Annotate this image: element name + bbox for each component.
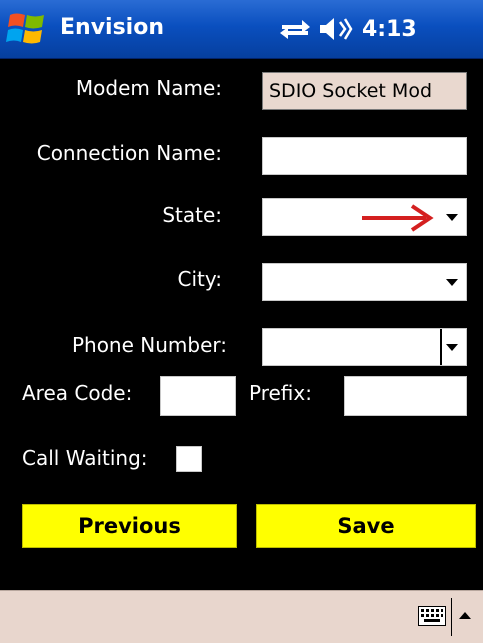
prefix-input[interactable] [344,376,467,416]
prefix-label: Prefix: [249,381,312,405]
connection-name-input[interactable] [262,137,467,175]
app-title: Envision [60,15,164,40]
previous-button[interactable]: Previous [22,504,237,548]
caret-up-icon[interactable] [459,612,471,619]
keyboard-icon[interactable] [418,606,446,626]
phone-number-dropdown[interactable] [262,328,467,366]
speaker-icon[interactable] [318,16,354,42]
clock[interactable]: 4:13 [362,17,417,42]
connectivity-arrows-icon[interactable] [278,17,312,41]
chevron-down-icon[interactable] [446,279,458,286]
chevron-down-icon[interactable] [446,344,458,351]
call-waiting-checkbox[interactable] [176,446,202,472]
chevron-down-icon[interactable] [446,214,458,221]
state-label: State: [162,203,222,227]
connection-name-label: Connection Name: [36,141,222,165]
area-code-label: Area Code: [22,381,133,405]
windows-flag-icon[interactable] [6,9,48,49]
title-bar: Envision 4:13 [0,0,483,59]
menu-bar [0,590,483,643]
city-dropdown[interactable] [262,263,467,301]
call-waiting-label: Call Waiting: [22,446,148,470]
phone-number-label: Phone Number: [71,333,227,357]
area-code-input[interactable] [160,376,236,416]
city-label: City: [177,267,222,291]
modem-name-label: Modem Name: [75,76,222,100]
screen: Envision 4:13 Modem Name: SDIO Socket Mo… [0,0,483,643]
status-area: 4:13 [278,12,417,46]
save-button[interactable]: Save [256,504,476,548]
divider [451,598,452,636]
red-arrow-icon [362,204,434,232]
modem-name-field: SDIO Socket Mod [262,72,467,110]
